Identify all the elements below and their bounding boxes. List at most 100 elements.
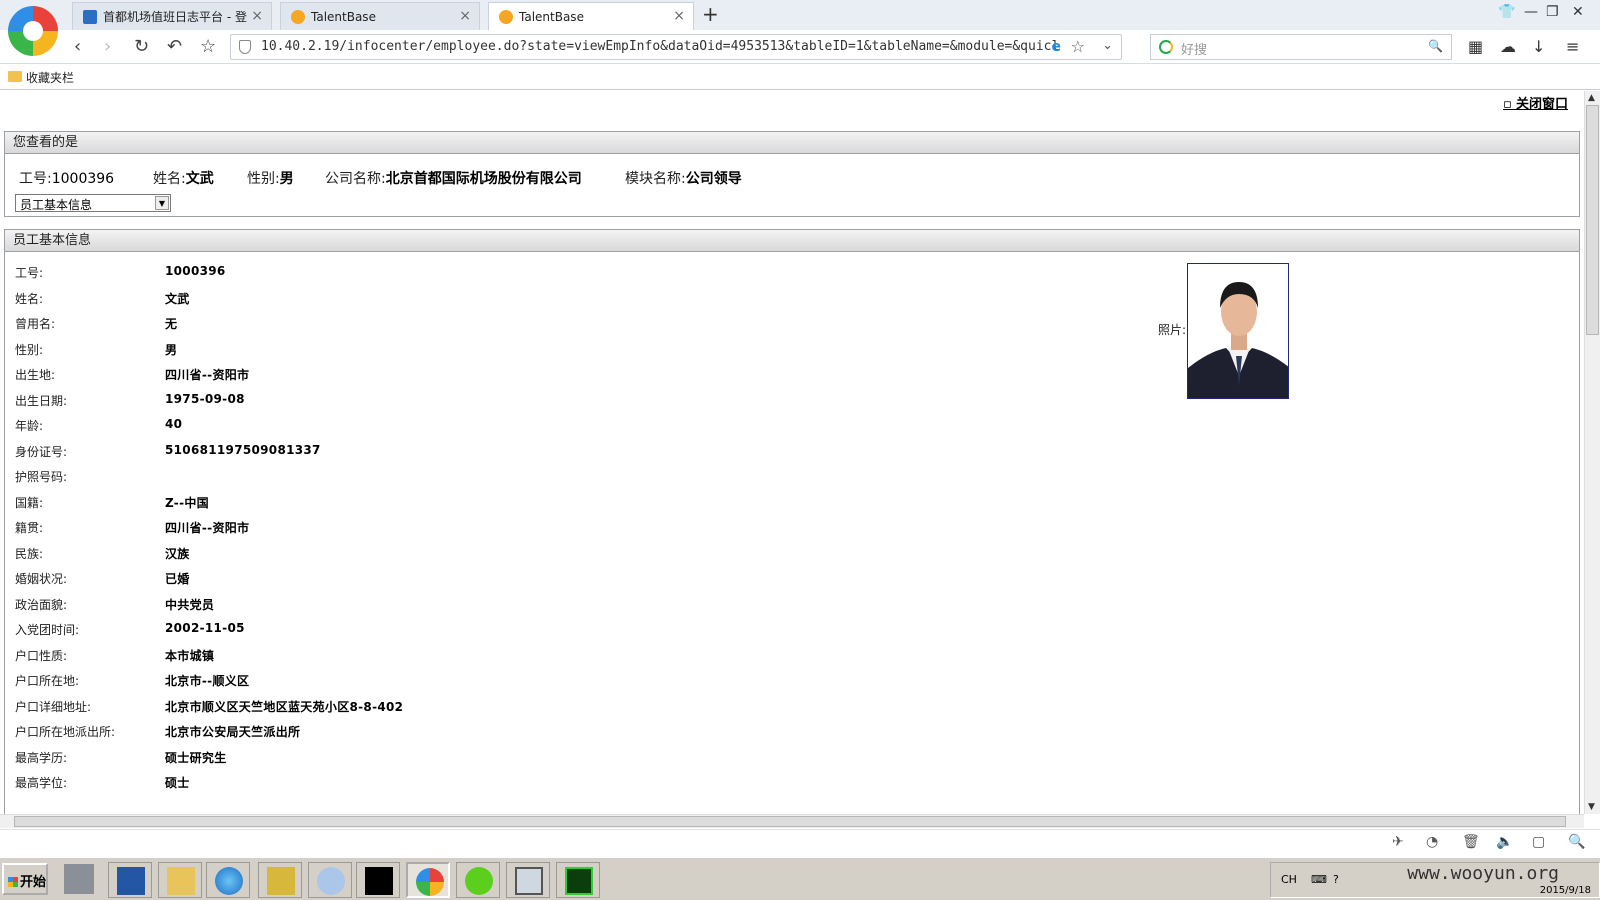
close-icon[interactable]: × [251, 8, 263, 24]
window-icon[interactable]: ▢ [1532, 834, 1545, 850]
tab-talentbase-2[interactable]: TalentBase × [488, 2, 694, 30]
field-row: 户口性质: 本市城镇 [15, 647, 915, 667]
field-row: 工号: 1000396 [15, 264, 915, 284]
name-value: 文武 [185, 171, 214, 187]
company-value: 北京首都国际机场股份有限公司 [385, 171, 582, 187]
taskbar-ie[interactable] [206, 862, 250, 898]
apps-grid-icon[interactable]: ▦ [1468, 37, 1483, 56]
chevron-down-icon[interactable]: ⌄ [1102, 38, 1113, 53]
computer-icon[interactable] [64, 864, 94, 894]
search-icon[interactable]: 🔍 [1428, 39, 1443, 53]
module-value: 公司领导 [685, 171, 742, 187]
cloud-icon[interactable]: ☁ [1500, 37, 1516, 56]
panel-title: 员工基本信息 [5, 230, 1579, 252]
clock-date[interactable]: 2015/9/18 [1540, 885, 1591, 896]
refresh-icon[interactable]: ↻ [134, 36, 149, 57]
info-category-select[interactable]: 员工基本信息 ▼ [15, 194, 171, 212]
emp-no-value: 1000396 [51, 171, 115, 187]
scroll-up-icon[interactable]: ▲ [1588, 93, 1595, 103]
field-value: 北京市顺义区天竺地区蓝天苑小区8-8-402 [165, 699, 404, 714]
scroll-down-icon[interactable]: ▼ [1588, 802, 1595, 812]
field-value: 40 [165, 417, 183, 431]
undo-icon[interactable]: ↶ [167, 36, 182, 57]
field-row: 身份证号: 510681197509081337 [15, 443, 915, 463]
horizontal-scrollbar[interactable] [0, 814, 1584, 828]
nav-toolbar: ‹ › ↻ ↶ ☆ 10.40.2.19/infocenter/employee… [0, 30, 1600, 64]
zoom-icon[interactable]: 🔍 [1568, 834, 1585, 850]
taskbar-browser[interactable] [406, 862, 450, 898]
basic-info-panel: 员工基本信息 工号: 1000396 姓名: 文武 曾用名: 无性别: 男出生地: 四川省--… [4, 229, 1580, 814]
taskbar-green-app[interactable] [456, 862, 500, 898]
scroll-thumb[interactable] [14, 816, 1566, 827]
close-icon[interactable]: × [459, 8, 471, 24]
forward-icon[interactable]: › [104, 36, 111, 57]
panel-title: 您查看的是 [5, 132, 1579, 154]
vertical-scrollbar[interactable]: ▲ ▼ [1584, 91, 1600, 814]
folder-icon [8, 71, 22, 82]
restore-icon[interactable]: ❐ [1546, 4, 1559, 20]
start-button[interactable]: 开始 [2, 863, 48, 895]
favorite-star-icon[interactable]: ☆ [1071, 37, 1085, 56]
minimize-icon[interactable]: — [1524, 4, 1538, 20]
field-label: 国籍: [15, 495, 44, 510]
tab-talentbase-1[interactable]: TalentBase × [280, 2, 480, 30]
close-window-link[interactable]: 关闭窗口 [1503, 93, 1568, 112]
help-icon[interactable]: ? [1333, 873, 1339, 886]
shirt-icon[interactable]: 👕 [1498, 4, 1515, 20]
address-bar[interactable]: 10.40.2.19/infocenter/employee.do?state=… [230, 34, 1122, 60]
tab-label: TalentBase [519, 9, 584, 24]
search-box[interactable]: 好搜 🔍 [1150, 34, 1452, 60]
input-language[interactable]: CH [1281, 873, 1297, 886]
select-value: 员工基本信息 [20, 198, 93, 212]
menu-icon[interactable]: ≡ [1566, 37, 1579, 56]
field-row: 籍贯: 四川省--资阳市 [15, 519, 915, 539]
favorites-label[interactable]: 收藏夹栏 [26, 69, 74, 86]
trash-icon[interactable]: 🗑 [1462, 834, 1480, 850]
keyboard-icon[interactable]: ⌨ [1311, 873, 1327, 886]
field-row: 婚姻状况: 已婚 [15, 570, 915, 590]
page-content: 关闭窗口 您查看的是 工号:1000396 姓名:文武 性别:男 公司名称:北京… [0, 91, 1584, 814]
gender-label: 性别: [247, 171, 280, 187]
taskbar-remote[interactable] [506, 862, 550, 898]
field-label: 工号: [15, 266, 44, 280]
remote-desktop-icon [515, 867, 543, 895]
taskbar-search[interactable] [308, 862, 352, 898]
url-text[interactable]: 10.40.2.19/infocenter/employee.do?state=… [261, 39, 1061, 54]
powershell-icon [117, 867, 145, 895]
volume-icon[interactable]: 🔈 [1496, 834, 1513, 850]
taskbar-lock[interactable] [258, 862, 302, 898]
taskbar-terminal-green[interactable] [556, 862, 600, 898]
field-row: 性别: 男 [15, 341, 915, 361]
scroll-thumb[interactable] [1586, 105, 1599, 335]
chevron-down-icon[interactable]: ▼ [155, 196, 169, 210]
ie-icon [215, 867, 243, 895]
field-row: 出生日期: 1975-09-08 [15, 392, 915, 412]
taskbar-powershell[interactable] [108, 862, 152, 898]
field-label: 曾用名: [15, 317, 56, 331]
taskbar-cmd[interactable] [356, 862, 400, 898]
field-label: 最高学位: [15, 776, 68, 790]
new-tab-button[interactable]: + [702, 2, 719, 26]
browser-logo[interactable] [8, 6, 58, 56]
tab-label: TalentBase [311, 9, 376, 24]
field-label: 姓名: [15, 291, 44, 306]
taskbar-explorer[interactable] [158, 862, 202, 898]
employee-summary: 工号:1000396 姓名:文武 性别:男 公司名称:北京首都国际机场股份有限公… [5, 168, 1581, 188]
bookmark-star-icon[interactable]: ☆ [200, 36, 216, 57]
download-icon[interactable]: ↓ [1532, 37, 1545, 56]
field-label: 护照号码: [15, 470, 68, 484]
ie-mode-icon[interactable]: e [1052, 39, 1062, 55]
close-icon[interactable]: × [673, 8, 685, 24]
field-row: 国籍: Z--中国 [15, 494, 915, 514]
watermark: www.wooyun.org [1407, 863, 1559, 884]
field-row: 姓名: 文武 [15, 290, 915, 310]
tab-duty-log[interactable]: 首都机场值班日志平台 - 登 × [72, 2, 272, 30]
company-label: 公司名称: [325, 171, 386, 187]
back-icon[interactable]: ‹ [74, 36, 81, 57]
shield-icon [239, 40, 251, 54]
pin-icon[interactable]: ✈ [1392, 834, 1404, 850]
close-window-icon[interactable]: ✕ [1572, 4, 1584, 20]
gender-value: 男 [279, 171, 294, 187]
field-value: 汉族 [165, 546, 190, 561]
speed-icon[interactable]: ◔ [1426, 834, 1438, 850]
